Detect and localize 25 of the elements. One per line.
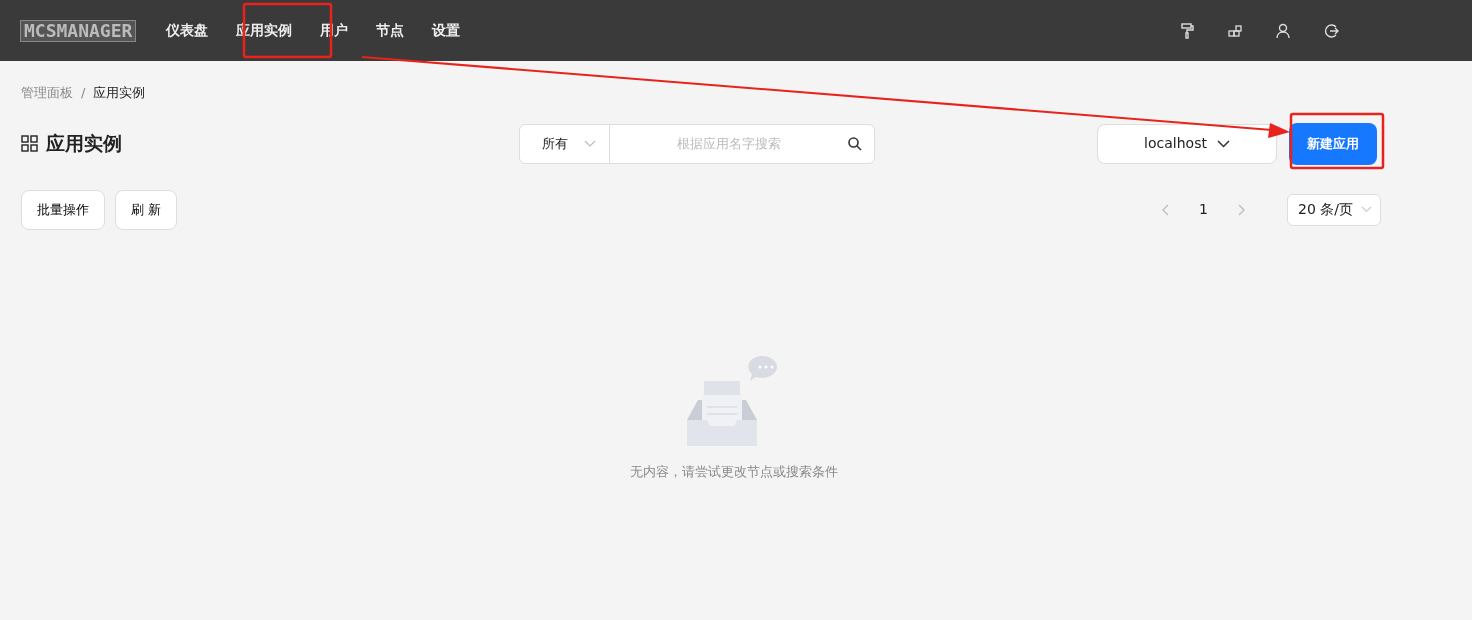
- page-title: 应用实例: [46, 131, 122, 157]
- blocks-icon[interactable]: [1227, 22, 1243, 39]
- chevron-down-icon: [1361, 206, 1372, 213]
- breadcrumb-item: 应用实例: [93, 84, 146, 102]
- grid-icon: [21, 135, 38, 152]
- chevron-down-icon: [1216, 139, 1230, 148]
- action-button[interactable]: 刷 新: [115, 189, 178, 230]
- page-size-select[interactable]: 20 条/页: [1287, 193, 1381, 226]
- nav-link[interactable]: 节点: [362, 14, 419, 47]
- search-icon[interactable]: [848, 136, 862, 151]
- logo[interactable]: MCSMANAGER: [20, 19, 137, 42]
- search-field[interactable]: 所有 根据应用名字搜索: [519, 123, 875, 164]
- nav-link[interactable]: 仪表盘: [152, 14, 223, 47]
- node-select[interactable]: localhost: [1097, 123, 1277, 164]
- paint-roller-icon[interactable]: [1179, 22, 1195, 39]
- action-button[interactable]: 批量操作: [21, 189, 105, 230]
- user-icon[interactable]: [1275, 22, 1291, 39]
- empty-message: 无内容，请尝试更改节点或搜索条件: [630, 462, 838, 481]
- create-app-button[interactable]: 新建应用: [1289, 122, 1377, 165]
- breadcrumb-separator: /: [81, 84, 86, 102]
- logout-icon[interactable]: [1323, 22, 1339, 39]
- page-number[interactable]: 1: [1199, 199, 1208, 220]
- nav-link[interactable]: 设置: [418, 14, 475, 47]
- filter-select[interactable]: 所有: [542, 133, 568, 154]
- chevron-down-icon: [584, 139, 596, 148]
